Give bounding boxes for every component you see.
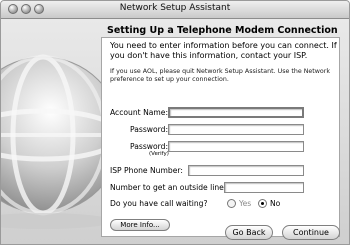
window-title: Network Setup Assistant	[119, 3, 231, 13]
continue-button[interactable]: Continue	[282, 225, 340, 240]
verify-sublabel: (Verify)	[149, 151, 169, 157]
no-option-label[interactable]: No	[270, 199, 280, 208]
password-field[interactable]	[168, 124, 304, 135]
title-bar[interactable]: Network Setup Assistant	[1, 1, 349, 19]
go-back-button[interactable]: Go Back	[225, 225, 273, 240]
page-heading: Setting Up a Telephone Modem Connection	[107, 25, 338, 36]
outside-line-field[interactable]	[224, 182, 304, 193]
globe-icon	[1, 49, 124, 239]
call-waiting-label: Do you have call waiting?	[110, 199, 208, 208]
setup-assistant-window: Network Setup Assistant Setting Up a Tel…	[0, 0, 350, 245]
password-label: Password:	[129, 125, 168, 134]
account-name-label: Account Name:	[110, 108, 169, 117]
aol-note: If you use AOL, please quit Network Setu…	[110, 68, 331, 83]
call-waiting-no-radio[interactable]	[258, 199, 267, 208]
more-info-button[interactable]: More Info...	[110, 219, 170, 231]
isp-phone-label: ISP Phone Number:	[110, 166, 183, 175]
assistant-content: Setting Up a Telephone Modem Connection …	[1, 19, 349, 244]
yes-option-label[interactable]: Yes	[239, 199, 251, 208]
call-waiting-yes-radio[interactable]	[227, 199, 236, 208]
account-name-field[interactable]	[168, 107, 304, 118]
form-panel: You need to enter information before you…	[101, 37, 340, 237]
intro-text: You need to enter information before you…	[110, 41, 337, 60]
outside-line-label: Number to get an outside line:	[110, 183, 227, 192]
password-verify-label: Password:	[129, 142, 168, 151]
password-verify-field[interactable]	[168, 141, 304, 152]
isp-phone-field[interactable]	[188, 165, 304, 176]
